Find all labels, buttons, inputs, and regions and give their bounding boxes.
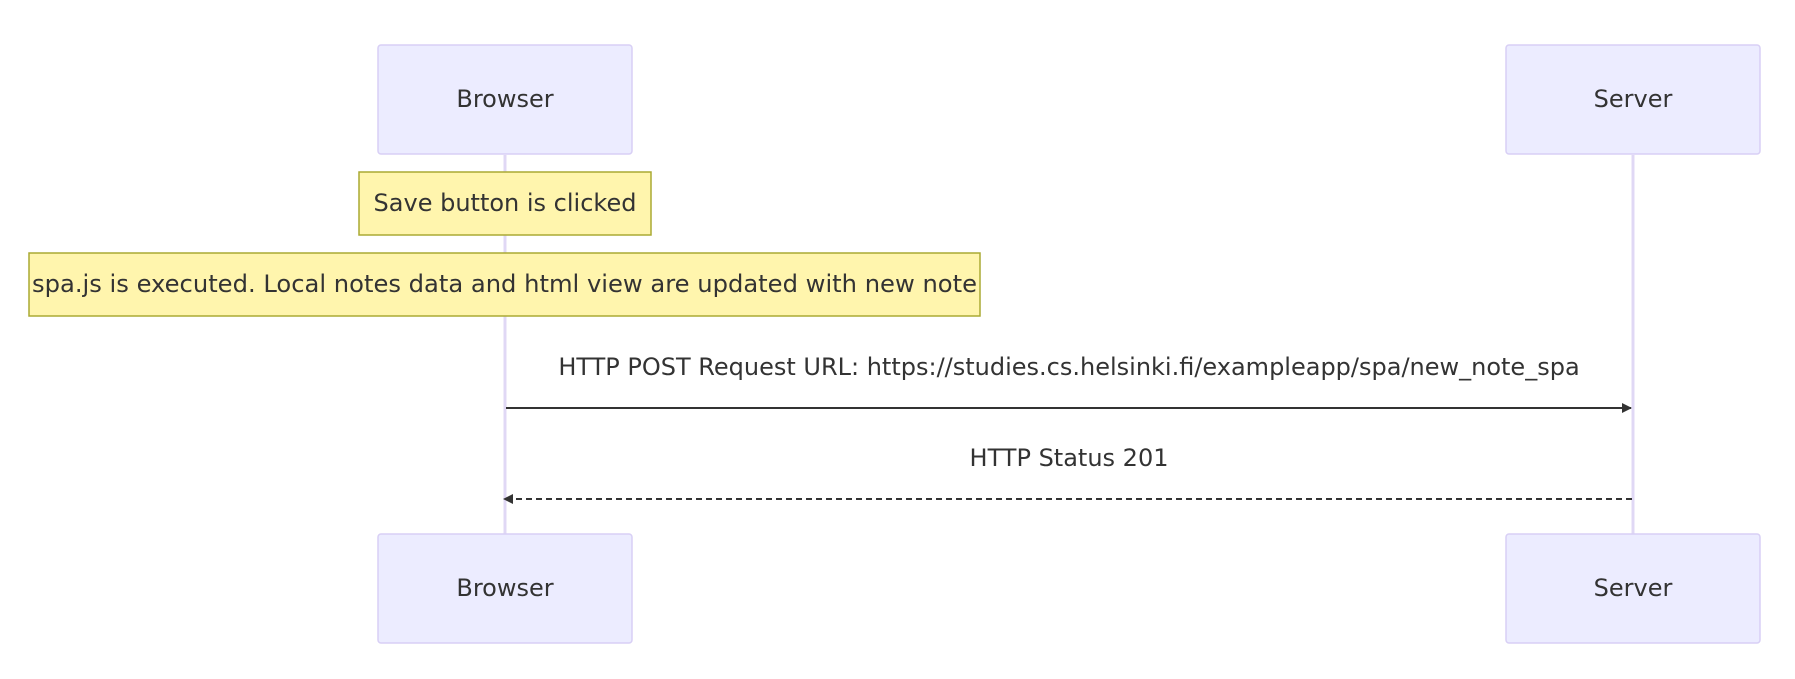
actor-bottom-browser: Browser [377,533,633,644]
actor-label: Server [1594,85,1673,113]
actor-label: Browser [456,85,553,113]
actor-bottom-server: Server [1505,533,1761,644]
sequence-diagram: Browser Server Save button is clicked sp… [28,44,1761,644]
message-label: HTTP POST Request URL: https://studies.c… [558,353,1579,381]
actor-label: Server [1594,574,1673,602]
message-http-201: HTTP Status 201 [503,444,1632,504]
note-text: spa.js is executed. Local notes data and… [32,270,977,298]
message-http-post: HTTP POST Request URL: https://studies.c… [506,353,1632,413]
note-spa-executed: spa.js is executed. Local notes data and… [28,252,981,317]
actor-label: Browser [456,574,553,602]
actor-top-browser: Browser [377,44,633,155]
actor-top-server: Server [1505,44,1761,155]
note-save-clicked: Save button is clicked [358,171,652,236]
message-label: HTTP Status 201 [970,444,1169,472]
note-text: Save button is clicked [374,189,637,217]
